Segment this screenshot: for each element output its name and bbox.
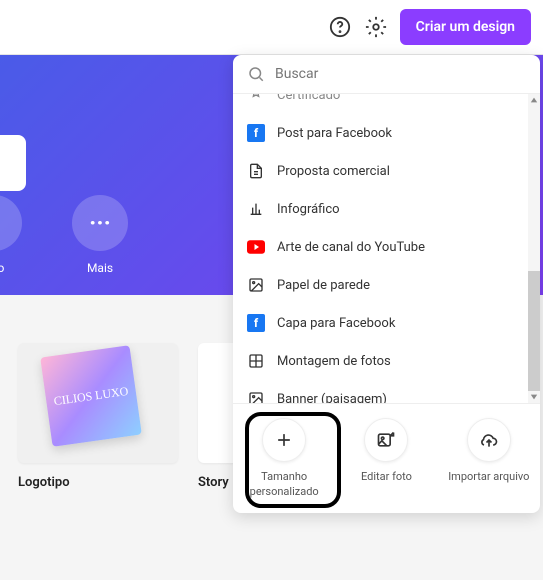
custom-size-button[interactable]: Tamanho personalizado xyxy=(233,404,335,513)
menu-label: Proposta comercial xyxy=(277,164,390,179)
panel-actions: Tamanho personalizado Editar foto Import… xyxy=(233,403,540,513)
plus-icon xyxy=(262,418,306,462)
menu-item-montagem[interactable]: Montagem de fotos xyxy=(233,342,540,380)
search-row xyxy=(233,55,540,94)
scroll-down-icon[interactable] xyxy=(530,393,538,401)
card-thumbnail: CILIOS LUXO xyxy=(18,343,178,463)
header: Criar um design xyxy=(0,0,543,55)
design-types-panel: Certificado f Post para Facebook Propost… xyxy=(233,55,540,513)
cloud-upload-icon xyxy=(467,418,511,462)
facebook-icon: f xyxy=(247,314,265,332)
menu-label: Certificado xyxy=(277,94,340,103)
hero-more-item[interactable]: ··· Mais xyxy=(72,195,128,275)
category-icon xyxy=(0,195,22,251)
scrollbar[interactable] xyxy=(528,94,540,403)
image-icon xyxy=(247,276,265,294)
hero-category-item[interactable]: ório xyxy=(0,195,22,275)
category-label: ório xyxy=(0,261,4,275)
create-design-button[interactable]: Criar um design xyxy=(400,9,531,45)
category-label: Mais xyxy=(87,261,113,275)
edit-photo-icon xyxy=(364,418,408,462)
image-icon xyxy=(247,390,265,403)
more-icon: ··· xyxy=(72,195,128,251)
document-icon xyxy=(247,162,265,180)
menu-item-papel-parede[interactable]: Papel de parede xyxy=(233,266,540,304)
menu-label: Montagem de fotos xyxy=(277,354,391,369)
template-card[interactable]: CILIOS LUXO Logotipo xyxy=(18,343,178,490)
menu-label: Banner (paisagem) xyxy=(277,392,387,404)
action-label: Importar arquivo xyxy=(448,470,529,484)
action-label: Editar foto xyxy=(361,470,412,484)
menu-label: Infográfico xyxy=(277,202,340,217)
facebook-icon: f xyxy=(247,124,265,142)
help-icon[interactable] xyxy=(328,15,352,39)
design-types-menu[interactable]: Certificado f Post para Facebook Propost… xyxy=(233,94,540,403)
menu-item-banner[interactable]: Banner (paisagem) xyxy=(233,380,540,403)
search-input[interactable] xyxy=(275,66,526,82)
import-file-button[interactable]: Importar arquivo xyxy=(438,404,540,513)
collage-icon xyxy=(247,352,265,370)
gear-icon[interactable] xyxy=(364,15,388,39)
menu-label: Arte de canal do YouTube xyxy=(277,240,425,255)
badge-icon xyxy=(247,94,265,104)
scroll-up-icon[interactable] xyxy=(530,96,538,104)
action-label: Tamanho personalizado xyxy=(239,470,329,499)
search-icon xyxy=(247,65,265,83)
youtube-icon xyxy=(247,238,265,256)
menu-item-infografico[interactable]: Infográfico xyxy=(233,190,540,228)
menu-item-capa-facebook[interactable]: f Capa para Facebook xyxy=(233,304,540,342)
card-label: Logotipo xyxy=(18,475,178,490)
hero-square-item[interactable] xyxy=(0,135,26,191)
logo-mock: CILIOS LUXO xyxy=(40,345,142,447)
menu-label: Capa para Facebook xyxy=(277,316,395,331)
menu-label: Papel de parede xyxy=(277,278,370,293)
menu-item-certificado[interactable]: Certificado xyxy=(233,94,540,114)
scrollbar-thumb[interactable] xyxy=(528,271,540,391)
menu-item-post-facebook[interactable]: f Post para Facebook xyxy=(233,114,540,152)
menu-item-youtube[interactable]: Arte de canal do YouTube xyxy=(233,228,540,266)
edit-photo-button[interactable]: Editar foto xyxy=(335,404,437,513)
chart-icon xyxy=(247,200,265,218)
menu-label: Post para Facebook xyxy=(277,126,392,141)
menu-item-proposta[interactable]: Proposta comercial xyxy=(233,152,540,190)
